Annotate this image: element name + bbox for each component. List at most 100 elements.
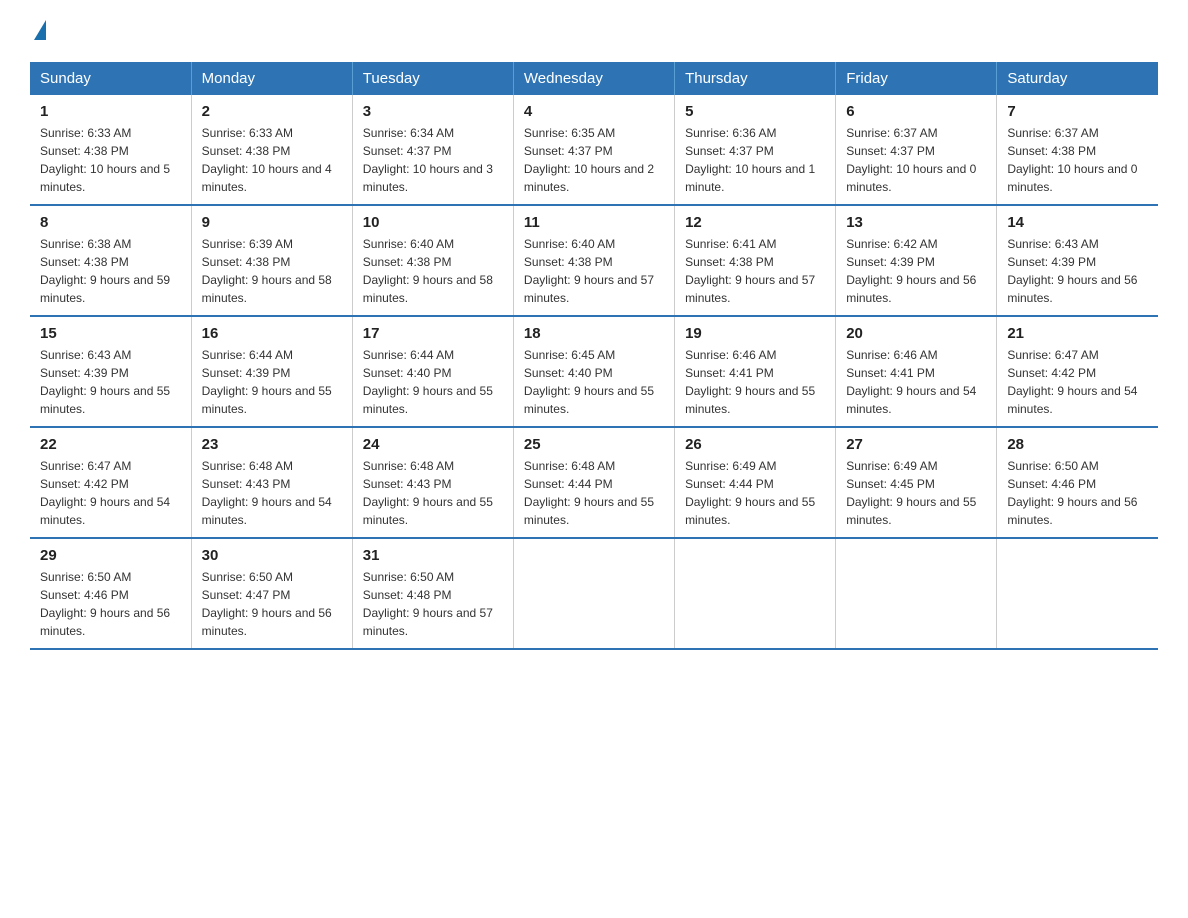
day-header-row: SundayMondayTuesdayWednesdayThursdayFrid… (30, 62, 1158, 95)
day-number: 27 (846, 436, 986, 453)
calendar-day-cell: 19 Sunrise: 6:46 AM Sunset: 4:41 PM Dayl… (675, 316, 836, 427)
day-info: Sunrise: 6:49 AM Sunset: 4:45 PM Dayligh… (846, 457, 986, 529)
calendar-day-cell: 12 Sunrise: 6:41 AM Sunset: 4:38 PM Dayl… (675, 205, 836, 316)
day-number: 17 (363, 325, 503, 342)
calendar-table: SundayMondayTuesdayWednesdayThursdayFrid… (30, 62, 1158, 650)
day-info: Sunrise: 6:33 AM Sunset: 4:38 PM Dayligh… (40, 124, 181, 196)
day-number: 8 (40, 214, 181, 231)
day-info: Sunrise: 6:50 AM Sunset: 4:46 PM Dayligh… (1007, 457, 1148, 529)
calendar-week-row: 29 Sunrise: 6:50 AM Sunset: 4:46 PM Dayl… (30, 538, 1158, 649)
day-number: 3 (363, 103, 503, 120)
day-info: Sunrise: 6:36 AM Sunset: 4:37 PM Dayligh… (685, 124, 825, 196)
day-number: 25 (524, 436, 664, 453)
day-info: Sunrise: 6:37 AM Sunset: 4:38 PM Dayligh… (1007, 124, 1148, 196)
calendar-day-cell: 27 Sunrise: 6:49 AM Sunset: 4:45 PM Dayl… (836, 427, 997, 538)
day-info: Sunrise: 6:34 AM Sunset: 4:37 PM Dayligh… (363, 124, 503, 196)
page-header (30, 20, 1158, 42)
day-number: 22 (40, 436, 181, 453)
calendar-day-cell: 2 Sunrise: 6:33 AM Sunset: 4:38 PM Dayli… (191, 95, 352, 205)
calendar-day-cell: 13 Sunrise: 6:42 AM Sunset: 4:39 PM Dayl… (836, 205, 997, 316)
calendar-day-cell: 20 Sunrise: 6:46 AM Sunset: 4:41 PM Dayl… (836, 316, 997, 427)
calendar-day-cell: 26 Sunrise: 6:49 AM Sunset: 4:44 PM Dayl… (675, 427, 836, 538)
calendar-day-cell (513, 538, 674, 649)
calendar-day-cell: 18 Sunrise: 6:45 AM Sunset: 4:40 PM Dayl… (513, 316, 674, 427)
calendar-day-cell: 31 Sunrise: 6:50 AM Sunset: 4:48 PM Dayl… (352, 538, 513, 649)
day-number: 19 (685, 325, 825, 342)
day-of-week-header: Sunday (30, 62, 191, 95)
calendar-day-cell: 14 Sunrise: 6:43 AM Sunset: 4:39 PM Dayl… (997, 205, 1158, 316)
calendar-day-cell: 1 Sunrise: 6:33 AM Sunset: 4:38 PM Dayli… (30, 95, 191, 205)
day-info: Sunrise: 6:48 AM Sunset: 4:43 PM Dayligh… (202, 457, 342, 529)
calendar-day-cell (836, 538, 997, 649)
day-number: 28 (1007, 436, 1148, 453)
day-number: 7 (1007, 103, 1148, 120)
day-number: 30 (202, 547, 342, 564)
day-number: 10 (363, 214, 503, 231)
calendar-week-row: 1 Sunrise: 6:33 AM Sunset: 4:38 PM Dayli… (30, 95, 1158, 205)
day-number: 29 (40, 547, 181, 564)
calendar-week-row: 8 Sunrise: 6:38 AM Sunset: 4:38 PM Dayli… (30, 205, 1158, 316)
day-info: Sunrise: 6:35 AM Sunset: 4:37 PM Dayligh… (524, 124, 664, 196)
logo (30, 20, 46, 42)
calendar-day-cell (997, 538, 1158, 649)
day-number: 9 (202, 214, 342, 231)
calendar-day-cell: 28 Sunrise: 6:50 AM Sunset: 4:46 PM Dayl… (997, 427, 1158, 538)
calendar-day-cell: 7 Sunrise: 6:37 AM Sunset: 4:38 PM Dayli… (997, 95, 1158, 205)
day-of-week-header: Thursday (675, 62, 836, 95)
calendar-day-cell: 23 Sunrise: 6:48 AM Sunset: 4:43 PM Dayl… (191, 427, 352, 538)
day-number: 13 (846, 214, 986, 231)
day-of-week-header: Friday (836, 62, 997, 95)
day-number: 14 (1007, 214, 1148, 231)
day-info: Sunrise: 6:40 AM Sunset: 4:38 PM Dayligh… (363, 235, 503, 307)
calendar-day-cell: 29 Sunrise: 6:50 AM Sunset: 4:46 PM Dayl… (30, 538, 191, 649)
calendar-day-cell: 11 Sunrise: 6:40 AM Sunset: 4:38 PM Dayl… (513, 205, 674, 316)
day-info: Sunrise: 6:39 AM Sunset: 4:38 PM Dayligh… (202, 235, 342, 307)
day-info: Sunrise: 6:44 AM Sunset: 4:40 PM Dayligh… (363, 346, 503, 418)
day-number: 31 (363, 547, 503, 564)
calendar-day-cell: 4 Sunrise: 6:35 AM Sunset: 4:37 PM Dayli… (513, 95, 674, 205)
day-info: Sunrise: 6:44 AM Sunset: 4:39 PM Dayligh… (202, 346, 342, 418)
calendar-day-cell (675, 538, 836, 649)
calendar-day-cell: 22 Sunrise: 6:47 AM Sunset: 4:42 PM Dayl… (30, 427, 191, 538)
calendar-day-cell: 25 Sunrise: 6:48 AM Sunset: 4:44 PM Dayl… (513, 427, 674, 538)
day-info: Sunrise: 6:48 AM Sunset: 4:44 PM Dayligh… (524, 457, 664, 529)
calendar-day-cell: 17 Sunrise: 6:44 AM Sunset: 4:40 PM Dayl… (352, 316, 513, 427)
day-info: Sunrise: 6:33 AM Sunset: 4:38 PM Dayligh… (202, 124, 342, 196)
calendar-day-cell: 15 Sunrise: 6:43 AM Sunset: 4:39 PM Dayl… (30, 316, 191, 427)
calendar-day-cell: 16 Sunrise: 6:44 AM Sunset: 4:39 PM Dayl… (191, 316, 352, 427)
day-number: 6 (846, 103, 986, 120)
calendar-week-row: 15 Sunrise: 6:43 AM Sunset: 4:39 PM Dayl… (30, 316, 1158, 427)
calendar-week-row: 22 Sunrise: 6:47 AM Sunset: 4:42 PM Dayl… (30, 427, 1158, 538)
day-of-week-header: Wednesday (513, 62, 674, 95)
day-number: 2 (202, 103, 342, 120)
day-info: Sunrise: 6:47 AM Sunset: 4:42 PM Dayligh… (1007, 346, 1148, 418)
day-info: Sunrise: 6:46 AM Sunset: 4:41 PM Dayligh… (846, 346, 986, 418)
day-number: 4 (524, 103, 664, 120)
day-info: Sunrise: 6:50 AM Sunset: 4:46 PM Dayligh… (40, 568, 181, 640)
calendar-day-cell: 5 Sunrise: 6:36 AM Sunset: 4:37 PM Dayli… (675, 95, 836, 205)
calendar-day-cell: 6 Sunrise: 6:37 AM Sunset: 4:37 PM Dayli… (836, 95, 997, 205)
day-info: Sunrise: 6:50 AM Sunset: 4:47 PM Dayligh… (202, 568, 342, 640)
day-of-week-header: Saturday (997, 62, 1158, 95)
day-of-week-header: Tuesday (352, 62, 513, 95)
day-of-week-header: Monday (191, 62, 352, 95)
day-info: Sunrise: 6:38 AM Sunset: 4:38 PM Dayligh… (40, 235, 181, 307)
day-info: Sunrise: 6:50 AM Sunset: 4:48 PM Dayligh… (363, 568, 503, 640)
day-number: 20 (846, 325, 986, 342)
calendar-day-cell: 10 Sunrise: 6:40 AM Sunset: 4:38 PM Dayl… (352, 205, 513, 316)
day-number: 12 (685, 214, 825, 231)
day-info: Sunrise: 6:37 AM Sunset: 4:37 PM Dayligh… (846, 124, 986, 196)
calendar-day-cell: 21 Sunrise: 6:47 AM Sunset: 4:42 PM Dayl… (997, 316, 1158, 427)
day-info: Sunrise: 6:48 AM Sunset: 4:43 PM Dayligh… (363, 457, 503, 529)
logo-triangle-icon (34, 20, 46, 40)
day-info: Sunrise: 6:42 AM Sunset: 4:39 PM Dayligh… (846, 235, 986, 307)
day-number: 26 (685, 436, 825, 453)
day-number: 15 (40, 325, 181, 342)
day-info: Sunrise: 6:46 AM Sunset: 4:41 PM Dayligh… (685, 346, 825, 418)
day-number: 24 (363, 436, 503, 453)
calendar-day-cell: 30 Sunrise: 6:50 AM Sunset: 4:47 PM Dayl… (191, 538, 352, 649)
day-number: 16 (202, 325, 342, 342)
calendar-day-cell: 8 Sunrise: 6:38 AM Sunset: 4:38 PM Dayli… (30, 205, 191, 316)
day-number: 11 (524, 214, 664, 231)
calendar-day-cell: 24 Sunrise: 6:48 AM Sunset: 4:43 PM Dayl… (352, 427, 513, 538)
